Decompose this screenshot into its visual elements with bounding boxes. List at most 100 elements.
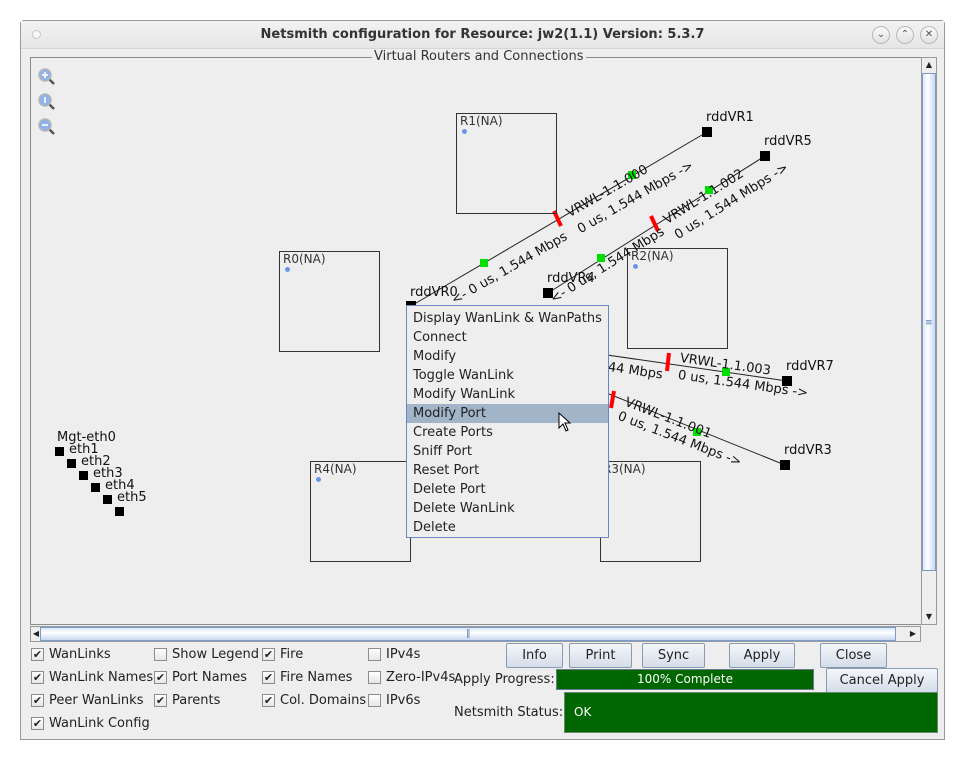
horizontal-scroll-thumb[interactable]: ‖ (40, 627, 896, 641)
router-port-dot (316, 477, 321, 482)
title-bar[interactable]: Netsmith configuration for Resource: jw2… (21, 21, 944, 49)
checkbox-box[interactable]: ✔ (31, 647, 44, 661)
checkbox-port-names[interactable]: ✔ Port Names (154, 668, 247, 686)
checkbox-label: Col. Domains (280, 692, 367, 708)
checkbox-box[interactable]: ✔ (154, 670, 167, 684)
maximize-button[interactable]: ⌃ (896, 26, 914, 44)
port-label-rddvr3: rddVR3 (784, 443, 832, 458)
window-title: Netsmith configuration for Resource: jw2… (260, 27, 705, 42)
mouse-pointer-icon (558, 412, 572, 432)
horizontal-scrollbar[interactable]: ◀ ‖ ▶ (30, 626, 921, 642)
menu-item-connect[interactable]: Connect (407, 328, 608, 347)
checkbox-label: Peer WanLinks (49, 692, 144, 708)
port-eth2[interactable] (79, 471, 88, 480)
router-r4[interactable]: R4(NA) (310, 461, 411, 562)
router-r2[interactable]: R2(NA) (627, 248, 728, 349)
checkbox-ipv4s[interactable]: IPv4s (368, 645, 420, 663)
checkbox-label: WanLinks (49, 646, 111, 662)
checkbox-label: WanLink Config (49, 715, 150, 731)
scroll-right-arrow-icon[interactable]: ▶ (908, 627, 918, 641)
router-r3[interactable]: R3(NA) (600, 461, 701, 562)
checkbox-box[interactable] (368, 647, 381, 661)
menu-item-display-wanlink-wanpaths[interactable]: Display WanLink & WanPaths (407, 309, 608, 328)
checkbox-parents[interactable]: ✔ Parents (154, 691, 220, 709)
port-rddvr1[interactable] (702, 127, 712, 137)
checkbox-show-legend[interactable]: Show Legend (154, 645, 259, 663)
netsmith-status-label: Netsmith Status: (454, 705, 564, 720)
apply-button[interactable]: Apply (729, 643, 795, 668)
port-eth1[interactable] (67, 459, 76, 468)
mgmt-port-label: eth5 (117, 490, 147, 505)
checkbox-label: IPv4s (386, 646, 421, 662)
menu-item-modify-wanlink[interactable]: Modify WanLink (407, 385, 608, 404)
checkbox-box[interactable]: ✔ (31, 693, 44, 707)
checkbox-label: Show Legend (172, 646, 259, 662)
scroll-down-arrow-icon[interactable]: ▼ (922, 610, 936, 624)
checkbox-box[interactable] (368, 693, 381, 707)
checkbox-box[interactable]: ✔ (31, 716, 44, 730)
router-label: R3(NA) (603, 462, 646, 476)
checkbox-ipv6s[interactable]: IPv6s (368, 691, 420, 709)
menu-item-create-ports[interactable]: Create Ports (407, 423, 608, 442)
grip-icon: ≡ (925, 318, 933, 328)
checkbox-box[interactable] (368, 670, 381, 684)
checkbox-wanlinks[interactable]: ✔ WanLinks (31, 645, 111, 663)
fire-marker (665, 352, 671, 372)
checkbox-fire[interactable]: ✔ Fire (262, 645, 303, 663)
router-port-dot (285, 267, 290, 272)
checkbox-fire-names[interactable]: ✔ Fire Names (262, 668, 352, 686)
port-eth3[interactable] (91, 483, 100, 492)
netsmith-status-value: OK (564, 692, 938, 733)
menu-item-delete[interactable]: Delete (407, 518, 608, 537)
checkbox-box[interactable]: ✔ (262, 647, 275, 661)
port-eth0[interactable] (55, 447, 64, 456)
checkbox-box[interactable] (154, 647, 167, 661)
menu-item-reset-port[interactable]: Reset Port (407, 461, 608, 480)
cancel-apply-button[interactable]: Cancel Apply (826, 668, 938, 693)
minimize-button[interactable]: ⌄ (872, 26, 890, 44)
scroll-up-arrow-icon[interactable]: ▲ (922, 58, 936, 72)
wanlink-endpoint (480, 259, 488, 267)
checkbox-label: IPv6s (386, 692, 421, 708)
port-label-rddvr7: rddVR7 (786, 359, 834, 374)
checkbox-wanlink-config[interactable]: ✔ WanLink Config (31, 714, 150, 732)
checkbox-label: Parents (172, 692, 221, 708)
menu-item-delete-wanlink[interactable]: Delete WanLink (407, 499, 608, 518)
port-eth5[interactable] (115, 507, 124, 516)
fire-marker (609, 390, 616, 409)
vertical-scrollbar[interactable]: ▲ ≡ ▼ (921, 57, 937, 625)
port-label-rddvr1: rddVR1 (706, 110, 754, 125)
print-button[interactable]: Print (569, 643, 632, 668)
info-button[interactable]: Info (506, 643, 563, 668)
port-rddvr5[interactable] (760, 151, 770, 161)
menu-item-toggle-wanlink[interactable]: Toggle WanLink (407, 366, 608, 385)
checkbox-box[interactable]: ✔ (31, 670, 44, 684)
checkbox-zero-ipv4s[interactable]: Zero-IPv4s (368, 668, 455, 686)
router-r1[interactable]: R1(NA) (456, 113, 557, 214)
router-label: R1(NA) (460, 114, 503, 128)
checkbox-box[interactable]: ✔ (262, 693, 275, 707)
router-r0[interactable]: R0(NA) (279, 251, 380, 352)
checkbox-col-domains[interactable]: ✔ Col. Domains (262, 691, 366, 709)
checkbox-wanlink-names[interactable]: ✔ WanLink Names (31, 668, 153, 686)
port-rddvr3[interactable] (780, 460, 790, 470)
menu-item-modify-port[interactable]: Modify Port (407, 404, 608, 423)
close-window-button[interactable]: ✕ (920, 26, 938, 44)
menu-item-sniff-port[interactable]: Sniff Port (407, 442, 608, 461)
checkbox-peer-wanlinks[interactable]: ✔ Peer WanLinks (31, 691, 143, 709)
router-label: R4(NA) (314, 462, 357, 476)
apply-progress-bar: 100% Complete (556, 669, 814, 690)
vertical-scroll-thumb[interactable]: ≡ (922, 73, 936, 571)
router-port-dot (633, 264, 638, 269)
context-menu: Display WanLink & WanPaths Connect Modif… (406, 305, 609, 538)
close-button[interactable]: Close (820, 643, 887, 668)
panel-title: Virtual Routers and Connections (372, 49, 586, 64)
menu-item-delete-port[interactable]: Delete Port (407, 480, 608, 499)
port-eth4[interactable] (103, 495, 112, 504)
checkbox-box[interactable]: ✔ (154, 693, 167, 707)
menu-item-modify[interactable]: Modify (407, 347, 608, 366)
router-port-dot (462, 129, 467, 134)
checkbox-box[interactable]: ✔ (262, 670, 275, 684)
sync-button[interactable]: Sync (642, 643, 705, 668)
apply-progress-label: Apply Progress: (454, 672, 555, 687)
